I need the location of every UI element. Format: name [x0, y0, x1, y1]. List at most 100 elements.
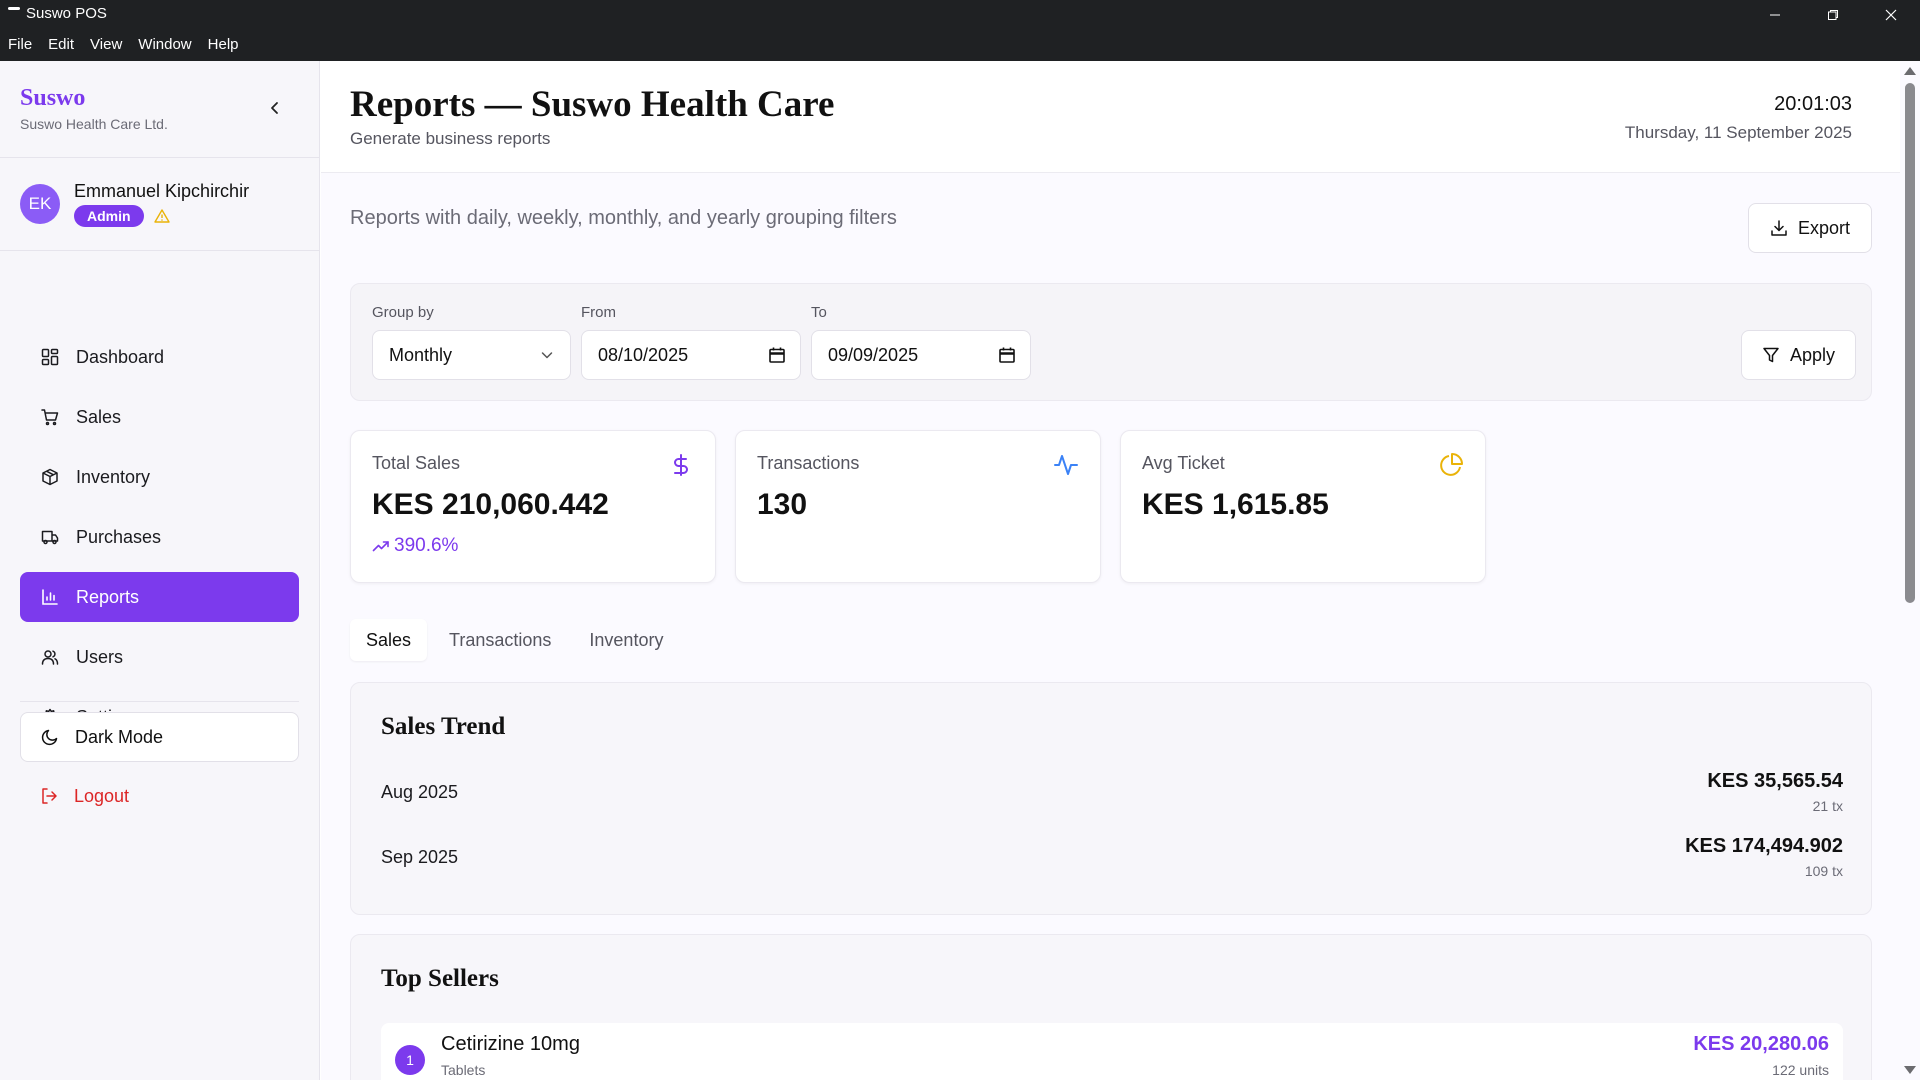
- trend-period: Aug 2025: [381, 782, 459, 802]
- export-button[interactable]: Export: [1748, 203, 1872, 253]
- apply-label: Apply: [1789, 344, 1836, 365]
- menu-edit[interactable]: Edit: [48, 36, 74, 53]
- list-item: Aug 2025 KES 35,565.54 21 tx: [381, 770, 1843, 820]
- reports-description: Reports with daily, weekly, monthly, and…: [350, 207, 897, 229]
- current-date: Thursday, 11 September 2025: [1624, 123, 1852, 142]
- sidebar-item-label: Purchases: [76, 526, 162, 547]
- minimize-button[interactable]: [1746, 0, 1804, 30]
- tab-transactions[interactable]: Transactions: [433, 619, 567, 661]
- sidebar-divider: [0, 250, 320, 251]
- sidebar-item-label: Reports: [76, 586, 140, 607]
- close-window-button[interactable]: [1862, 0, 1920, 30]
- sidebar-item-purchases[interactable]: Purchases: [20, 512, 299, 562]
- tab-sales[interactable]: Sales: [350, 619, 428, 661]
- logout-icon: [42, 788, 57, 804]
- logout-label: Logout: [74, 785, 130, 806]
- sidebar-item-sales[interactable]: Sales: [20, 392, 299, 442]
- main-scrollbar[interactable]: [1900, 61, 1920, 1080]
- truck-icon: [40, 527, 60, 547]
- package-icon: [40, 467, 60, 487]
- dark-mode-toggle[interactable]: Dark Mode: [20, 712, 299, 762]
- chevron-down-icon: [541, 352, 553, 359]
- sidebar-item-reports[interactable]: Reports: [20, 572, 299, 622]
- chevron-left-icon: [271, 102, 278, 114]
- tab-inventory[interactable]: Inventory: [573, 619, 679, 661]
- logout-button[interactable]: Logout: [20, 771, 299, 821]
- menu-file[interactable]: File: [8, 36, 32, 53]
- moon-icon: [41, 729, 58, 746]
- dark-mode-label: Dark Mode: [75, 726, 164, 747]
- collapse-sidebar-button[interactable]: [264, 97, 286, 119]
- sidebar-item-inventory[interactable]: Inventory: [20, 452, 299, 502]
- dollar-icon: [667, 451, 695, 479]
- pie-chart-icon: [1437, 451, 1465, 479]
- calendar-icon[interactable]: [768, 346, 786, 364]
- menu-help[interactable]: Help: [208, 36, 239, 53]
- page-title: Reports — Suswo Health Care: [350, 84, 835, 125]
- to-date-value: 09/09/2025: [828, 344, 919, 365]
- menu-bar: File Edit View Window Help: [8, 36, 239, 53]
- report-tabs: Sales Transactions Inventory: [350, 619, 679, 661]
- window-title: Suswo POS: [8, 5, 107, 22]
- sidebar-item-label: Sales: [76, 406, 122, 427]
- stat-change: 390.6%: [372, 535, 458, 557]
- sidebar-item-label: Users: [76, 646, 124, 667]
- menu-view[interactable]: View: [90, 36, 122, 53]
- maximize-button[interactable]: [1804, 0, 1862, 30]
- stat-change-value: 390.6%: [394, 535, 459, 556]
- sidebar-item-dashboard[interactable]: Dashboard: [20, 332, 299, 382]
- stat-card-total-sales: Total Sales KES 210,060.442 390.6%: [350, 430, 716, 583]
- stat-label: Avg Ticket: [1142, 453, 1225, 473]
- table-row: 1 Cetirizine 10mg Tablets KES 20,280.06 …: [381, 1023, 1843, 1080]
- trend-amount: KES 174,494.902: [1685, 835, 1843, 857]
- stat-card-avg-ticket: Avg Ticket KES 1,615.85: [1120, 430, 1486, 583]
- from-date-input[interactable]: 08/10/2025: [581, 330, 801, 380]
- product-category: Tablets: [441, 1062, 486, 1078]
- to-date-input[interactable]: 09/09/2025: [811, 330, 1031, 380]
- product-revenue: KES 20,280.06: [1693, 1033, 1829, 1055]
- to-label: To: [811, 304, 827, 321]
- stat-label: Transactions: [757, 453, 860, 473]
- sidebar-divider: [0, 157, 320, 158]
- stat-value: KES 210,060.442: [372, 488, 609, 521]
- export-label: Export: [1797, 217, 1851, 238]
- page-subtitle: Generate business reports: [350, 129, 551, 148]
- group-by-select[interactable]: Monthly: [372, 330, 571, 380]
- trend-amount: KES 35,565.54: [1707, 770, 1843, 792]
- calendar-icon[interactable]: [998, 346, 1016, 364]
- stat-card-transactions: Transactions 130: [735, 430, 1101, 583]
- activity-icon: [1052, 451, 1080, 479]
- list-item: Sep 2025 KES 174,494.902 109 tx: [381, 835, 1843, 885]
- rank-badge: 1: [395, 1045, 425, 1075]
- filter-panel: Group by Monthly From 08/10/2025 To 09/0…: [350, 283, 1872, 401]
- clock: 20:01:03: [1774, 93, 1852, 115]
- top-sellers-title: Top Sellers: [381, 965, 499, 992]
- scroll-up-arrow-icon[interactable]: [1904, 67, 1916, 75]
- role-badge: Admin: [74, 205, 144, 227]
- product-name: Cetirizine 10mg: [441, 1033, 580, 1055]
- trending-up-icon: [372, 541, 389, 552]
- product-units: 122 units: [1772, 1062, 1829, 1078]
- menu-window[interactable]: Window: [138, 36, 191, 53]
- close-icon: [1885, 9, 1897, 21]
- title-bar: Suswo POS File Edit View Window Help: [0, 0, 1920, 61]
- trend-transactions: 21 tx: [1812, 798, 1843, 814]
- sidebar-item-users[interactable]: Users: [20, 632, 299, 682]
- top-sellers-panel: Top Sellers 1 Cetirizine 10mg Tablets KE…: [350, 934, 1872, 1080]
- scroll-down-arrow-icon[interactable]: [1904, 1066, 1916, 1074]
- apply-button[interactable]: Apply: [1741, 330, 1856, 380]
- cart-icon: [40, 407, 60, 427]
- scroll-thumb[interactable]: [1905, 83, 1915, 603]
- download-icon: [1771, 220, 1787, 236]
- brand-name: Suswo: [20, 85, 86, 111]
- app-logo-icon: [8, 7, 20, 10]
- user-profile: EK Emmanuel Kipchirchir Admin: [20, 181, 249, 227]
- main-content: Reports — Suswo Health Care Generate bus…: [321, 61, 1900, 1080]
- stat-value: 130: [757, 488, 808, 521]
- user-name: Emmanuel Kipchirchir: [74, 181, 250, 201]
- window-controls: [1746, 0, 1920, 30]
- filter-icon: [1763, 347, 1779, 363]
- dashboard-icon: [40, 347, 60, 367]
- stat-label: Total Sales: [372, 453, 461, 473]
- minimize-icon: [1770, 14, 1780, 16]
